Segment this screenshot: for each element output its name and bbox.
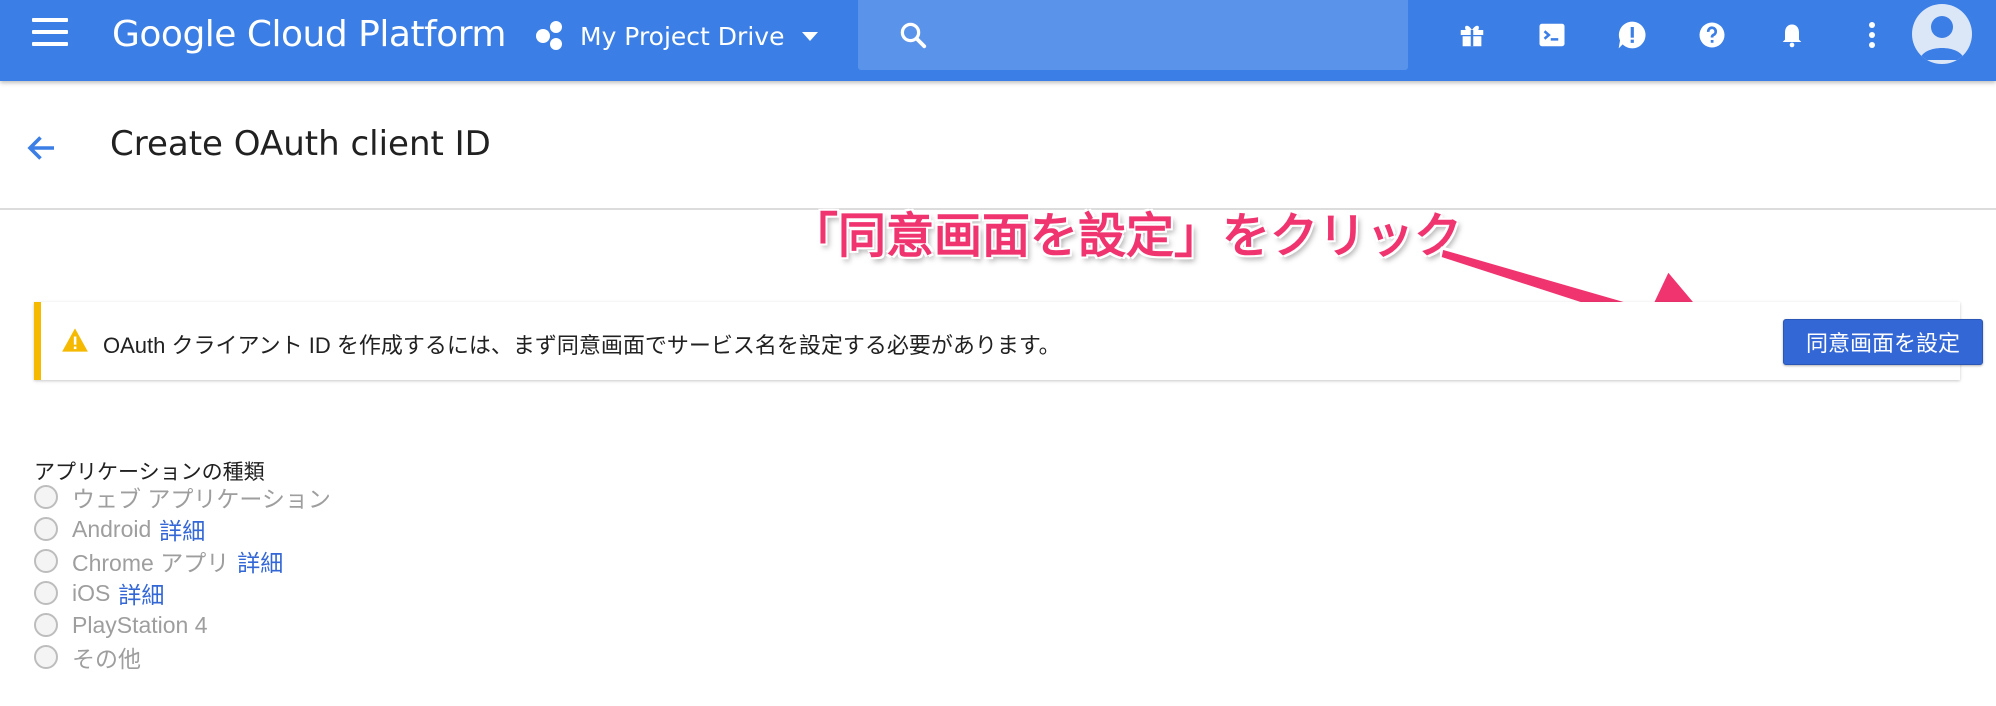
- radio-button[interactable]: [34, 645, 58, 669]
- warning-message: OAuth クライアント ID を作成するには、まず同意画面でサービス名を設定す…: [103, 333, 1061, 358]
- radio-button[interactable]: [34, 517, 58, 541]
- person-icon: [1920, 16, 1964, 60]
- option-label: Android: [72, 515, 152, 542]
- option-other[interactable]: その他: [34, 642, 141, 672]
- option-ios[interactable]: iOS 詳細: [34, 578, 164, 608]
- learn-more-link[interactable]: 詳細: [237, 544, 283, 578]
- top-app-bar: Google Cloud Platform My Project Drive: [0, 0, 1996, 81]
- chevron-down-icon: [802, 31, 819, 41]
- gift-icon[interactable]: [1450, 10, 1494, 60]
- search-icon: [900, 22, 927, 49]
- configure-consent-screen-button[interactable]: 同意画面を設定: [1783, 319, 1983, 365]
- option-label: その他: [72, 646, 141, 672]
- annotation-callout: 「同意画面を設定」をクリック: [790, 210, 1463, 263]
- option-chrome-app[interactable]: Chrome アプリ 詳細: [34, 546, 283, 576]
- menu-icon[interactable]: [32, 18, 68, 50]
- radio-button[interactable]: [34, 485, 58, 509]
- consent-warning-card: OAuth クライアント ID を作成するには、まず同意画面でサービス名を設定す…: [34, 302, 1983, 380]
- radio-button[interactable]: [34, 613, 58, 637]
- option-label: iOS: [72, 579, 111, 606]
- brand-title[interactable]: Google Cloud Platform: [112, 14, 507, 55]
- learn-more-link[interactable]: 詳細: [118, 576, 164, 610]
- terminal-icon[interactable]: [1530, 10, 1574, 60]
- help-icon[interactable]: [1690, 10, 1734, 60]
- option-android[interactable]: Android 詳細: [34, 514, 205, 544]
- back-arrow-icon[interactable]: [22, 130, 62, 166]
- learn-more-link[interactable]: 詳細: [159, 512, 205, 546]
- feedback-icon[interactable]: [1610, 10, 1654, 60]
- option-label: ウェブ アプリケーション: [72, 486, 331, 512]
- search-box[interactable]: [858, 0, 1408, 70]
- option-label: Chrome アプリ: [72, 550, 230, 576]
- notifications-icon[interactable]: [1770, 10, 1814, 60]
- option-playstation-4[interactable]: PlayStation 4: [34, 610, 208, 640]
- more-vert-icon[interactable]: [1850, 10, 1894, 60]
- project-selector[interactable]: My Project Drive: [536, 14, 819, 58]
- radio-button[interactable]: [34, 549, 58, 573]
- account-avatar[interactable]: [1912, 4, 1972, 64]
- project-name: My Project Drive: [580, 21, 785, 51]
- warning-icon: [62, 328, 88, 352]
- radio-button[interactable]: [34, 581, 58, 605]
- option-label: PlayStation 4: [72, 611, 208, 638]
- page-title: Create OAuth client ID: [110, 124, 491, 164]
- option-web-application[interactable]: ウェブ アプリケーション: [34, 482, 331, 512]
- project-dots-icon: [536, 21, 566, 51]
